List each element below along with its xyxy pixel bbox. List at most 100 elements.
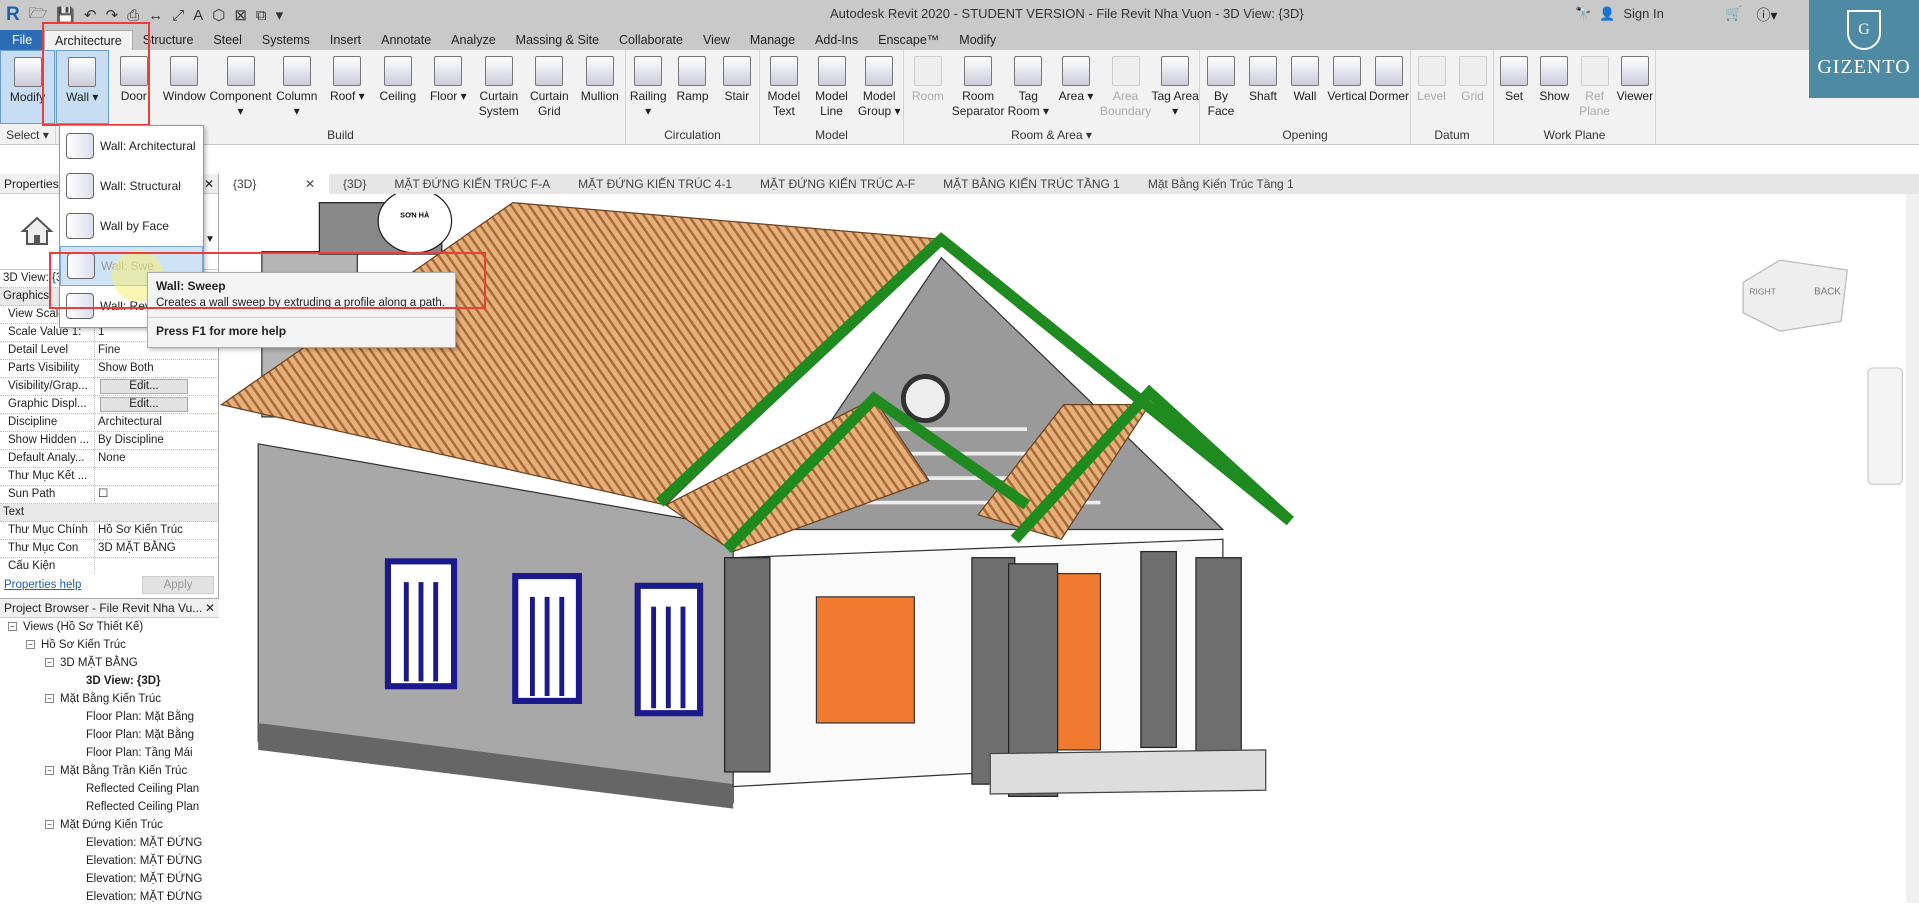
collapse-icon[interactable]: − bbox=[45, 658, 54, 668]
ribbon-button-model-group[interactable]: Model Group ▾ bbox=[855, 50, 903, 124]
3d-viewport[interactable]: SƠN HÀ RIGHT BACK bbox=[219, 188, 1906, 903]
close-icon[interactable]: ✕ bbox=[205, 601, 215, 615]
ribbon-button-curtain-grid[interactable]: Curtain Grid bbox=[524, 50, 575, 124]
property-value[interactable]: None bbox=[95, 450, 190, 467]
edit-button[interactable]: Edit... bbox=[100, 397, 188, 412]
ribbon-button-ref-plane[interactable]: Ref Plane bbox=[1575, 50, 1615, 124]
ribbon-tab-insert[interactable]: Insert bbox=[320, 30, 371, 50]
tree-item[interactable]: Reflected Ceiling Plan bbox=[0, 780, 219, 798]
property-row[interactable]: Graphic Displ... Edit... bbox=[0, 396, 218, 414]
ribbon-button-column[interactable]: Column ▾ bbox=[272, 50, 323, 124]
collapse-icon[interactable]: − bbox=[45, 766, 54, 776]
viewcube-right[interactable]: RIGHT bbox=[1749, 286, 1776, 296]
tree-item[interactable]: Floor Plan: Tầng Mái bbox=[0, 744, 219, 762]
ribbon-button-level[interactable]: Level bbox=[1411, 50, 1452, 124]
print-icon[interactable]: ⎙ bbox=[127, 7, 139, 24]
ribbon-button-tag-room[interactable]: Tag Room ▾ bbox=[1004, 50, 1052, 124]
vertical-scrollbar[interactable] bbox=[1906, 194, 1919, 903]
ribbon-button-vertical[interactable]: Vertical bbox=[1326, 50, 1368, 124]
ribbon-button-model-line[interactable]: Model Line bbox=[808, 50, 856, 124]
help-icon[interactable]: ⓘ▾ bbox=[1756, 5, 1777, 25]
ribbon-button-door[interactable]: Door bbox=[109, 50, 160, 124]
group-label[interactable]: Datum bbox=[1411, 128, 1493, 142]
apply-button[interactable]: Apply bbox=[142, 576, 214, 594]
property-row[interactable]: Thư Mục Con 3D MẶT BẰNG bbox=[0, 540, 218, 558]
tree-item[interactable]: Elevation: MẶT ĐỨNG bbox=[0, 888, 219, 906]
ribbon-button-mullion[interactable]: Mullion bbox=[575, 50, 626, 124]
property-value[interactable]: Architectural bbox=[95, 414, 190, 431]
sign-in-link[interactable]: Sign In bbox=[1623, 6, 1663, 22]
viewcube-back[interactable]: BACK bbox=[1814, 286, 1841, 297]
ribbon-button-dormer[interactable]: Dormer bbox=[1368, 50, 1410, 124]
property-value[interactable] bbox=[95, 504, 190, 521]
view-tab[interactable]: MẶT ĐỨNG KIẾN TRÚC F-A bbox=[380, 174, 564, 194]
ribbon-tab-enscape-[interactable]: Enscape™ bbox=[868, 30, 949, 50]
wall-menu-item[interactable]: Wall: Architectural bbox=[60, 126, 203, 166]
ribbon-button-ceiling[interactable]: Ceiling bbox=[373, 50, 424, 124]
property-row[interactable]: Show Hidden ... By Discipline bbox=[0, 432, 218, 450]
tree-item[interactable]: − Mặt Đứng Kiến Trúc bbox=[0, 816, 219, 834]
ribbon-button-tag-area[interactable]: Tag Area ▾ bbox=[1151, 50, 1199, 124]
tree-item[interactable]: −3D MẶT BẰNG bbox=[0, 654, 219, 672]
ribbon-button-by-face[interactable]: By Face bbox=[1200, 50, 1242, 124]
property-value[interactable]: Hồ Sơ Kiến Trúc bbox=[95, 522, 190, 539]
ribbon-button-railing[interactable]: Railing ▾ bbox=[626, 50, 670, 124]
ribbon-tab-annotate[interactable]: Annotate bbox=[371, 30, 441, 50]
close-icon[interactable]: ✕ bbox=[204, 177, 214, 191]
ribbon-tab-structure[interactable]: Structure bbox=[133, 30, 204, 50]
property-row[interactable]: Visibility/Grap... Edit... bbox=[0, 378, 218, 396]
view-tab[interactable]: MẶT BẰNG KIẾN TRÚC TẦNG 1 bbox=[929, 174, 1134, 194]
ribbon-tab-file[interactable]: File bbox=[0, 30, 44, 50]
wall-menu-item[interactable]: Wall by Face bbox=[60, 206, 203, 246]
property-value[interactable]: 3D MẶT BẰNG bbox=[95, 540, 190, 557]
ribbon-button-modify[interactable]: Modify bbox=[0, 50, 55, 124]
view-tab[interactable]: MẶT ĐỨNG KIẾN TRÚC A-F bbox=[746, 174, 929, 194]
property-value[interactable]: By Discipline bbox=[95, 432, 190, 449]
property-row[interactable]: Parts Visibility Show Both bbox=[0, 360, 218, 378]
measure-icon[interactable]: ↔ bbox=[148, 7, 163, 24]
tree-item[interactable]: Elevation: MẶT ĐỨNG bbox=[0, 870, 219, 888]
text-icon[interactable]: A bbox=[193, 7, 203, 24]
3d-view-icon[interactable]: ⬡ bbox=[212, 6, 225, 24]
ribbon-tab-add-ins[interactable]: Add-Ins bbox=[805, 30, 868, 50]
property-value[interactable]: Show Both bbox=[95, 360, 190, 377]
tree-item[interactable]: Reflected Ceiling Plan bbox=[0, 798, 219, 816]
collapse-icon[interactable]: − bbox=[45, 694, 54, 704]
ribbon-button-grid[interactable]: Grid bbox=[1452, 50, 1493, 124]
tree-item[interactable]: − Hồ Sơ Kiến Trúc bbox=[0, 636, 219, 654]
ribbon-button-floor[interactable]: Floor ▾ bbox=[423, 50, 474, 124]
property-value[interactable]: Edit... bbox=[95, 378, 190, 395]
close-icon[interactable]: ✕ bbox=[305, 174, 315, 194]
redo-icon[interactable]: ↷ bbox=[106, 6, 119, 24]
ribbon-tab-collaborate[interactable]: Collaborate bbox=[609, 30, 693, 50]
ribbon-tab-architecture[interactable]: Architecture bbox=[44, 30, 133, 50]
property-row[interactable]: Thư Mục Kết ... bbox=[0, 468, 218, 486]
ribbon-tab-modify[interactable]: Modify bbox=[949, 30, 1006, 50]
revit-logo-icon[interactable]: R bbox=[6, 4, 20, 26]
ribbon-button-curtain-system[interactable]: Curtain System bbox=[474, 50, 525, 124]
property-value[interactable] bbox=[95, 558, 190, 574]
group-label[interactable]: Work Plane bbox=[1494, 128, 1655, 142]
ribbon-button-ramp[interactable]: Ramp bbox=[670, 50, 714, 124]
tree-item[interactable]: − Mặt Bằng Kiến Trúc bbox=[0, 690, 219, 708]
ribbon-button-set[interactable]: Set bbox=[1494, 50, 1534, 124]
view-tab[interactable]: {3D} ✕ bbox=[219, 174, 329, 194]
property-value[interactable]: Edit... bbox=[95, 396, 190, 413]
ribbon-button-component[interactable]: Component ▾ bbox=[210, 50, 272, 124]
property-value[interactable]: ☐ bbox=[95, 486, 190, 503]
ribbon-button-area[interactable]: Area ▾ bbox=[1052, 50, 1100, 124]
property-row[interactable]: Default Analy... None bbox=[0, 450, 218, 468]
ribbon-tab-massing-site[interactable]: Massing & Site bbox=[506, 30, 609, 50]
group-label[interactable]: Select ▾ bbox=[0, 128, 55, 142]
chevron-down-icon[interactable]: ▼ bbox=[205, 234, 215, 245]
ribbon-tab-view[interactable]: View bbox=[693, 30, 740, 50]
ribbon-button-area-boundary[interactable]: Area Boundary bbox=[1100, 50, 1151, 124]
ribbon-tab-systems[interactable]: Systems bbox=[252, 30, 320, 50]
property-row[interactable]: Thư Mục Chính Hồ Sơ Kiến Trúc bbox=[0, 522, 218, 540]
ribbon-button-room-separator[interactable]: Room Separator bbox=[952, 50, 1004, 124]
ribbon-button-window[interactable]: Window bbox=[159, 50, 210, 124]
collapse-icon[interactable]: − bbox=[45, 820, 54, 830]
close-hidden-icon[interactable]: ⊠ bbox=[234, 6, 247, 24]
ribbon-button-viewer[interactable]: Viewer bbox=[1615, 50, 1655, 124]
view-tab[interactable]: {3D} bbox=[329, 174, 380, 194]
